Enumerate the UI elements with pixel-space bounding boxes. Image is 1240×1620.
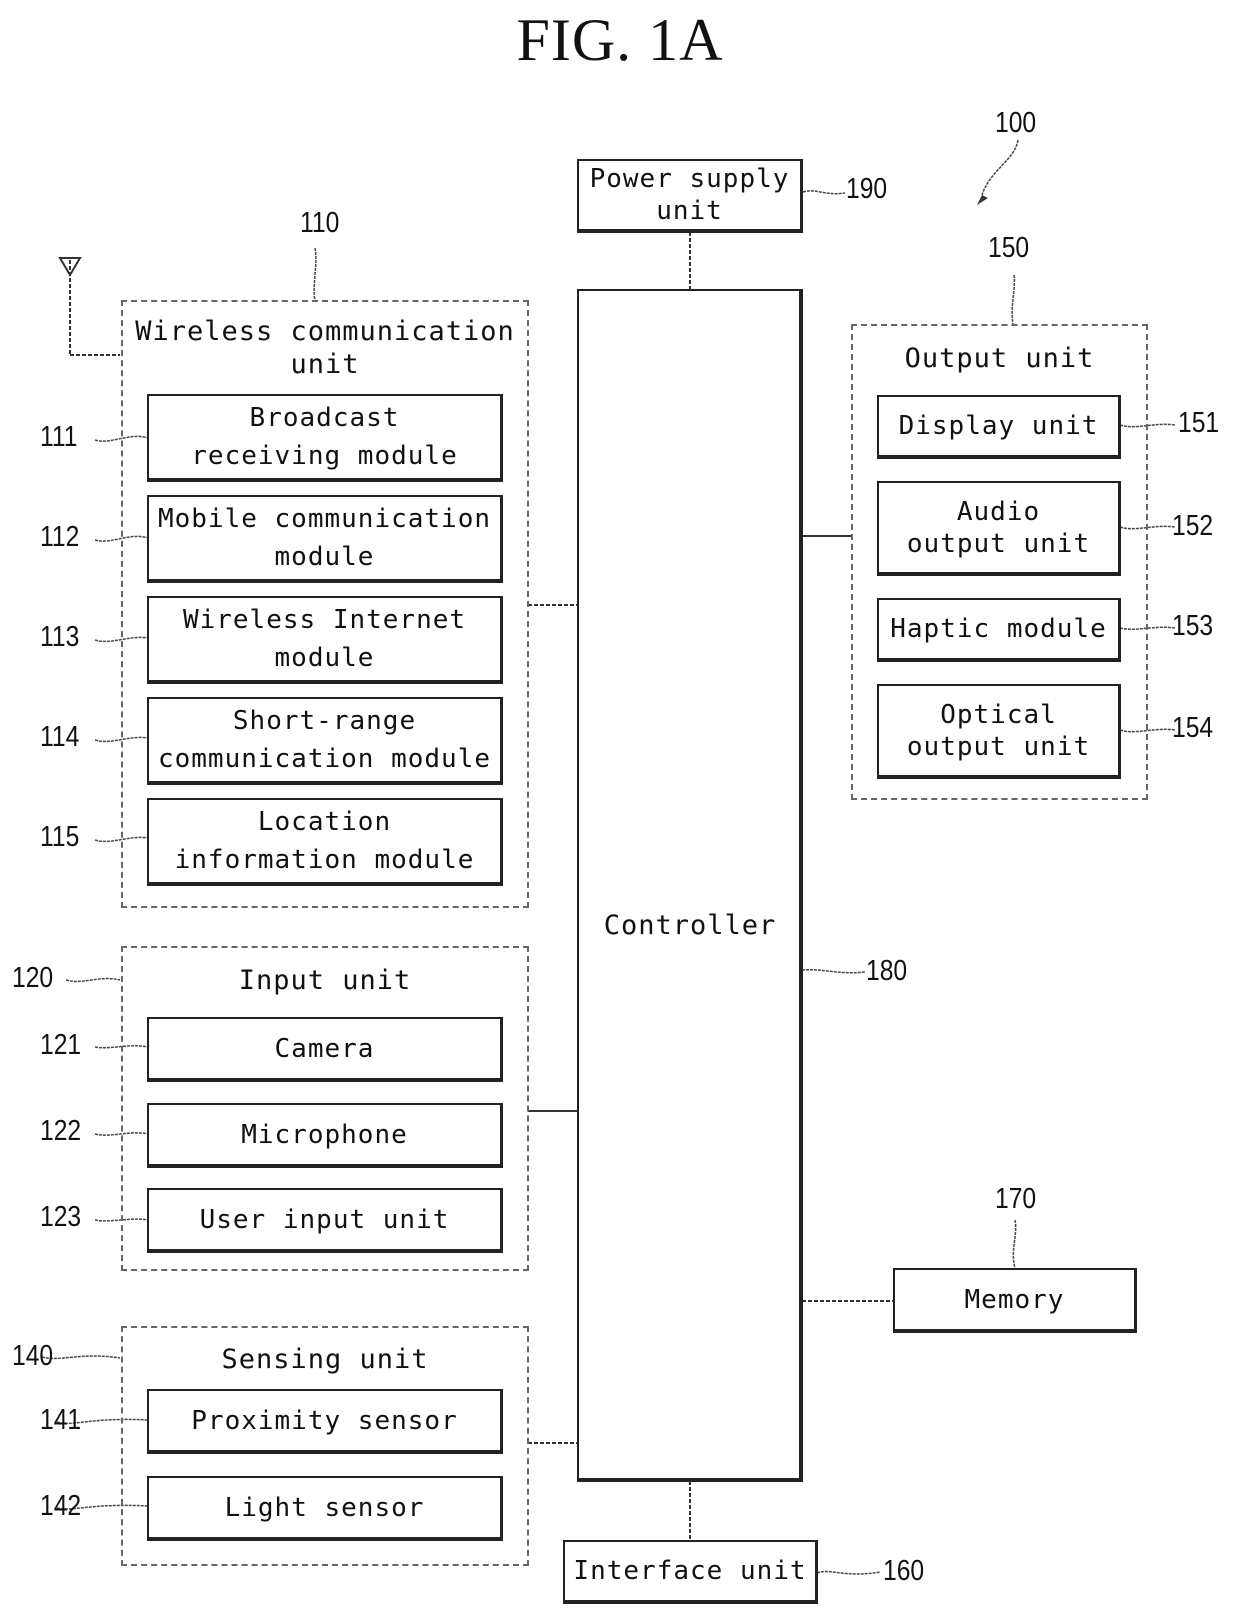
- ref-140: 140: [12, 1340, 54, 1372]
- module-label-line2: output unit: [906, 731, 1091, 762]
- ref-123: 123: [40, 1201, 82, 1233]
- ref-151: 151: [1178, 407, 1220, 439]
- camera-module: Camera: [147, 1017, 503, 1082]
- leader-150: [1011, 274, 1016, 325]
- module-label-line1: Wireless Internet: [182, 605, 467, 635]
- ref-170: 170: [995, 1183, 1037, 1215]
- ref-112: 112: [40, 521, 80, 553]
- leader-170: [1012, 1219, 1017, 1269]
- module-label-line2: module: [274, 643, 375, 673]
- module-label-line2: output unit: [906, 528, 1091, 559]
- leader-180: [801, 968, 866, 974]
- power-supply-label-line2: unit: [656, 196, 723, 226]
- ref-115: 115: [40, 821, 80, 853]
- module-label-line2: receiving module: [191, 441, 458, 471]
- wireless-title: Wireless communication unit: [121, 315, 529, 381]
- ref-141: 141: [40, 1404, 82, 1436]
- mobile-communication-module: Mobile communication module: [147, 495, 503, 583]
- wireless-title-line1: Wireless communication: [135, 316, 515, 347]
- power-supply-unit: Power supply unit: [577, 159, 803, 233]
- user-input-unit: User input unit: [147, 1188, 503, 1253]
- module-label-line2: module: [274, 542, 375, 572]
- ref-150: 150: [988, 232, 1030, 264]
- leader-120: [65, 977, 121, 983]
- controller-label: Controller: [603, 910, 777, 941]
- sensing-title: Sensing unit: [221, 1344, 429, 1375]
- ref-120: 120: [12, 962, 54, 994]
- module-label-line2: communication module: [157, 744, 492, 774]
- audio-output-unit: Audio output unit: [877, 481, 1121, 576]
- display-unit: Display unit: [877, 395, 1121, 459]
- ref-114: 114: [40, 721, 80, 753]
- short-range-communication-module: Short-range communication module: [147, 697, 503, 785]
- ref-180: 180: [866, 955, 908, 987]
- module-label-line1: Audio: [956, 496, 1041, 527]
- ref-190: 190: [846, 173, 888, 205]
- ref-152: 152: [1172, 510, 1214, 542]
- ref-160: 160: [883, 1555, 925, 1587]
- module-label-line2: information module: [174, 845, 475, 875]
- module-label-line1: Short-range: [232, 706, 417, 736]
- broadcast-receiving-module: Broadcast receiving module: [147, 394, 503, 482]
- arrow-100-icon: [977, 195, 988, 205]
- module-label-line1: Location: [257, 807, 392, 837]
- location-information-module: Location information module: [147, 798, 503, 886]
- ref-111: 111: [40, 421, 78, 453]
- wireless-internet-module: Wireless Internet module: [147, 596, 503, 684]
- controller-block: [577, 289, 803, 1482]
- ref-142: 142: [40, 1490, 82, 1522]
- output-title: Output unit: [904, 343, 1095, 374]
- module-label-line1: Mobile communication: [157, 504, 492, 534]
- ref-121: 121: [40, 1029, 82, 1061]
- leader-110: [313, 247, 317, 302]
- wireless-title-line2: unit: [290, 349, 360, 380]
- input-title: Input unit: [238, 965, 412, 996]
- optical-output-unit: Optical output unit: [877, 684, 1121, 779]
- module-label-line1: Broadcast: [249, 403, 400, 433]
- ref-100: 100: [995, 107, 1037, 139]
- leader-100: [981, 139, 1019, 196]
- ref-154: 154: [1172, 712, 1214, 744]
- ref-110: 110: [300, 207, 340, 239]
- haptic-module: Haptic module: [877, 598, 1121, 662]
- microphone-module: Microphone: [147, 1103, 503, 1168]
- leader-190: [802, 190, 846, 195]
- ref-113: 113: [40, 621, 80, 653]
- memory-unit: Memory: [893, 1268, 1137, 1333]
- light-sensor: Light sensor: [147, 1476, 503, 1541]
- power-supply-label-line1: Power supply: [589, 164, 790, 194]
- leader-140: [41, 1355, 121, 1360]
- figure-title: FIG. 1A: [516, 7, 724, 73]
- interface-unit: Interface unit: [563, 1540, 818, 1604]
- proximity-sensor: Proximity sensor: [147, 1389, 503, 1454]
- module-label-line1: Optical: [940, 699, 1057, 730]
- leader-160: [816, 1570, 881, 1575]
- ref-122: 122: [40, 1115, 82, 1147]
- ref-153: 153: [1172, 610, 1214, 642]
